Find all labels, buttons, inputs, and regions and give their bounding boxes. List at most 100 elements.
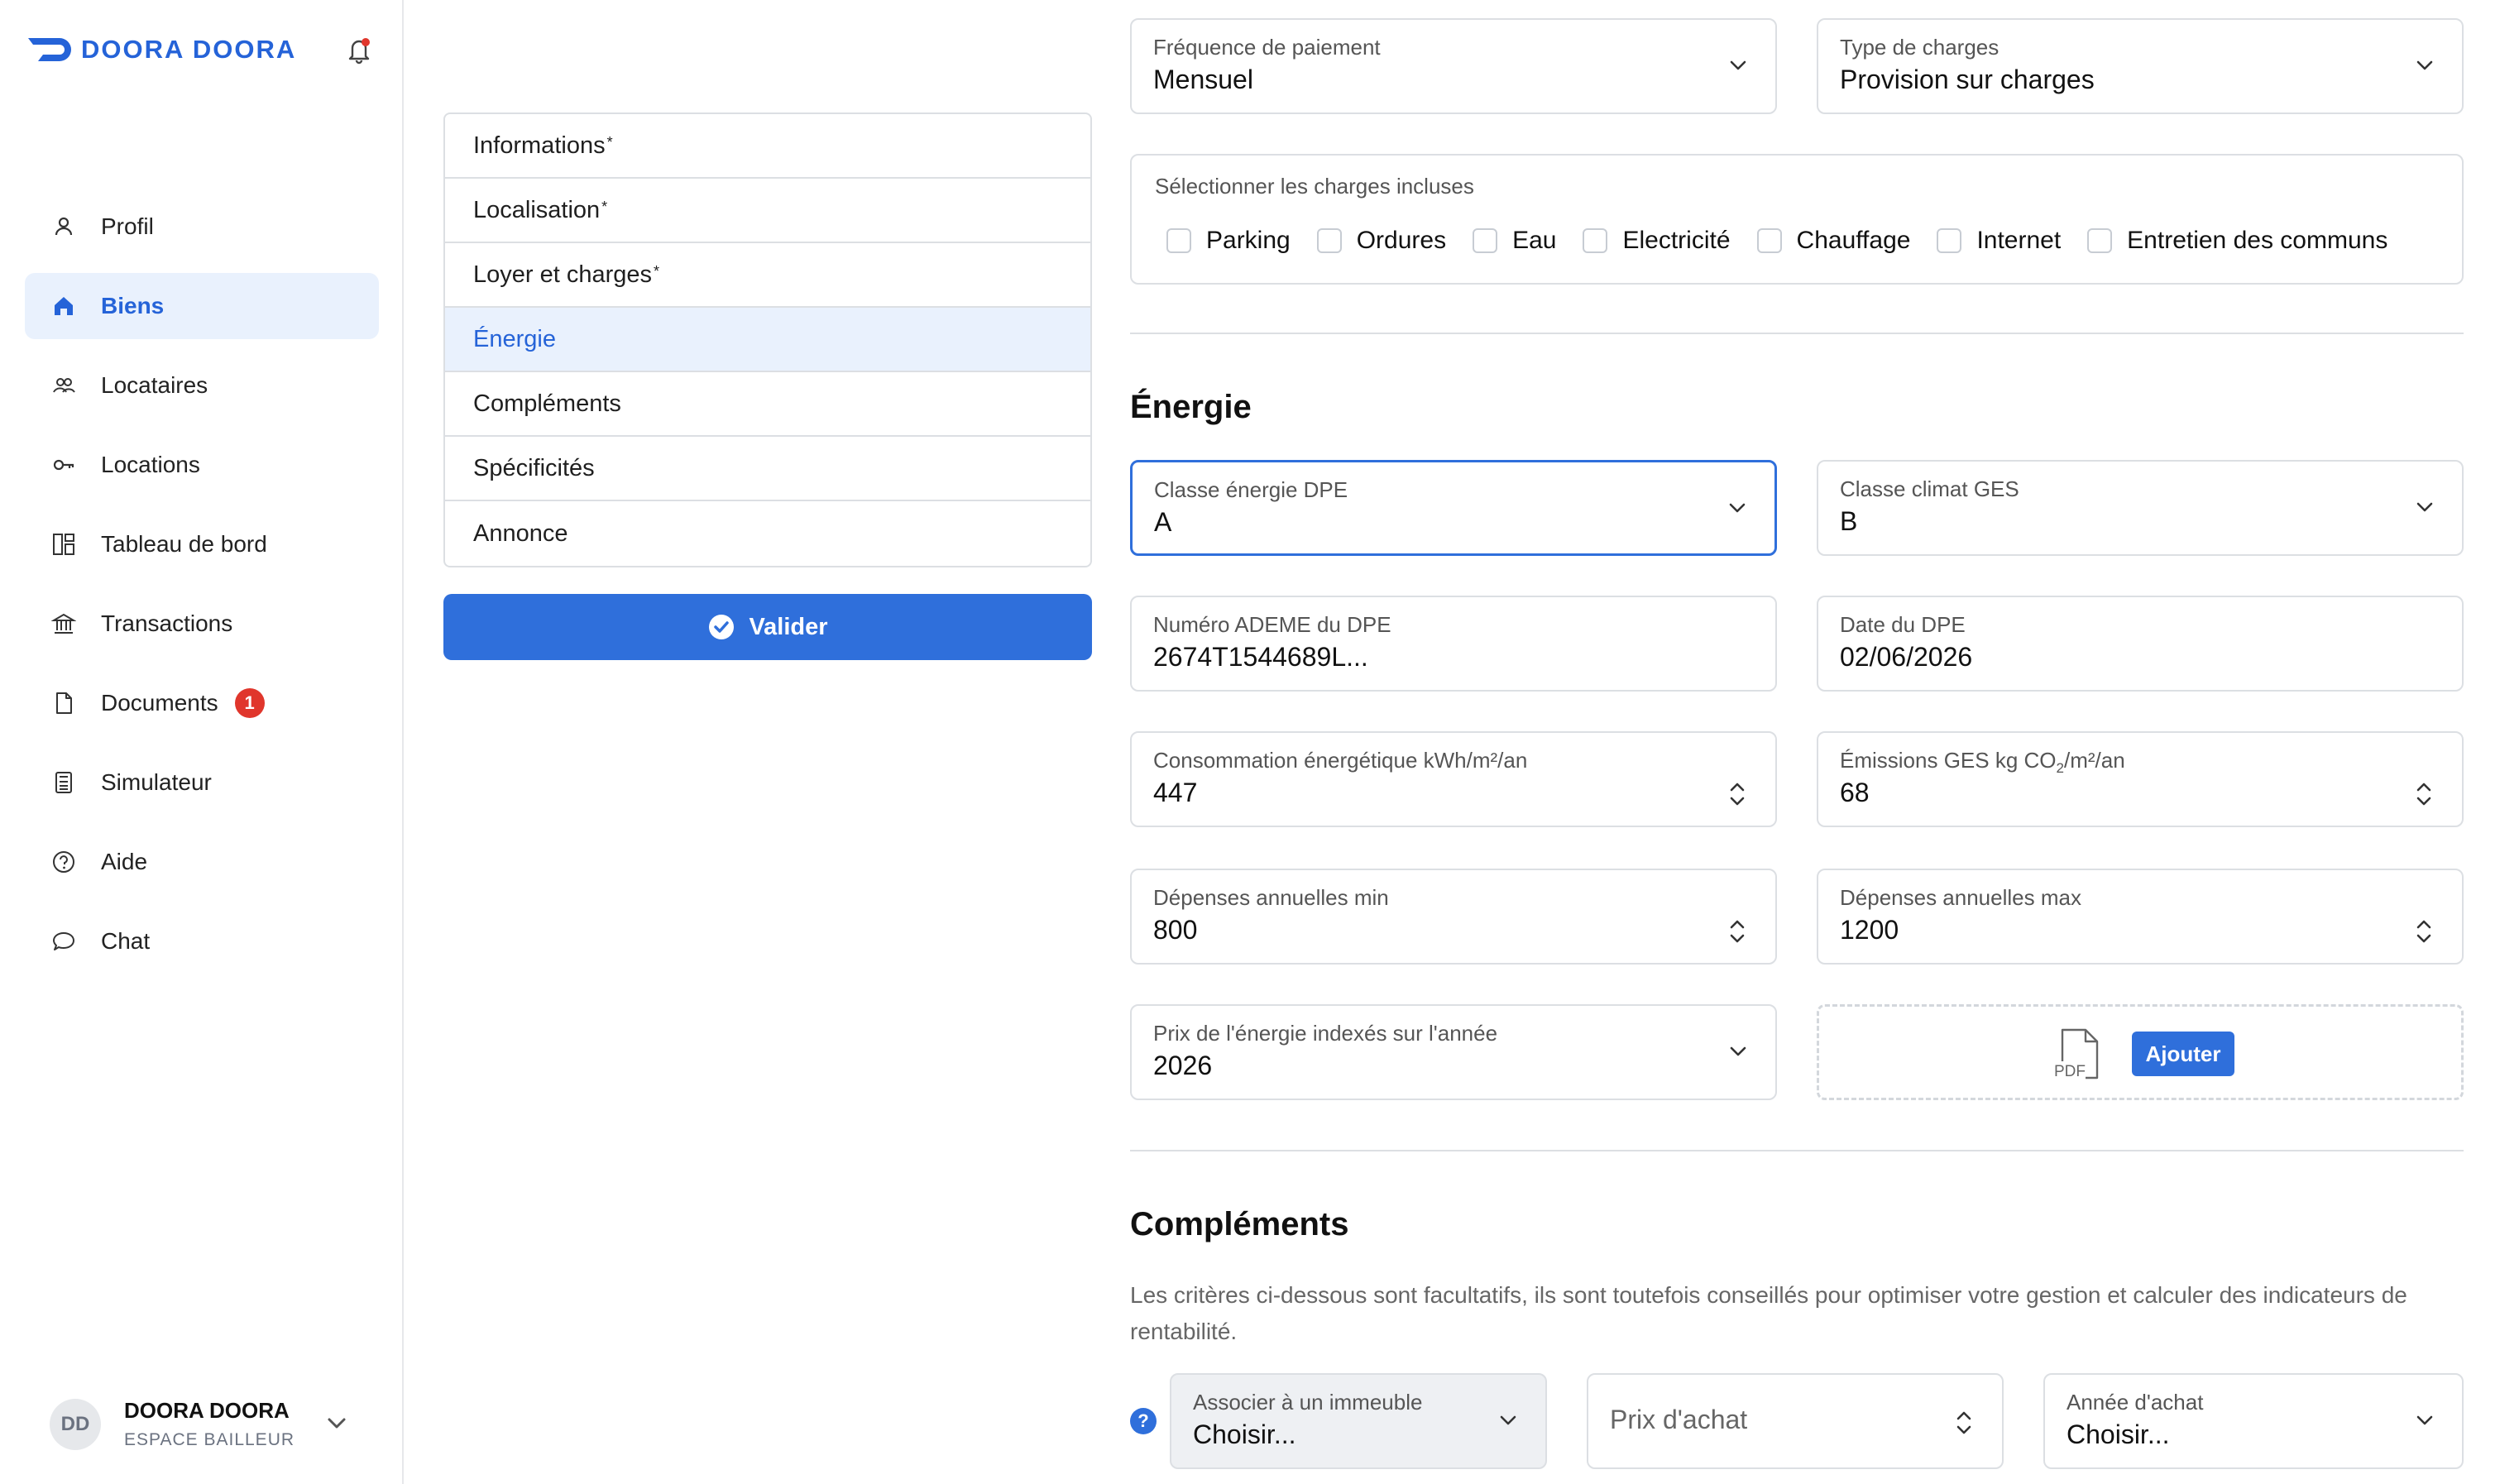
- sidebar-item-tableau-de-bord[interactable]: Tableau de bord: [25, 511, 379, 577]
- required-marker: *: [654, 262, 660, 280]
- payment-frequency-select[interactable]: Fréquence de paiement Mensuel: [1130, 18, 1777, 114]
- sidebar-item-transactions[interactable]: Transactions: [25, 591, 379, 657]
- energie-heading: Énergie: [1130, 389, 1252, 425]
- checkbox-entretien-des-communs[interactable]: Entretien des communs: [2087, 227, 2387, 255]
- checkbox-eau[interactable]: Eau: [1473, 227, 1556, 255]
- user-icon: [50, 213, 78, 241]
- chevron-down-icon: [1500, 1415, 1516, 1425]
- sidebar-item-chat[interactable]: Chat: [25, 908, 379, 974]
- field-label: Associer à un immeuble: [1193, 1390, 1423, 1415]
- building-association-select[interactable]: Associer à un immeuble Choisir...: [1170, 1373, 1547, 1469]
- ges-class-select[interactable]: Classe climat GES B: [1817, 460, 2464, 556]
- field-label: Classe énergie DPE: [1154, 477, 1348, 502]
- checkbox-box[interactable]: [1756, 228, 1782, 253]
- sidebar-item-label: Tableau de bord: [101, 531, 267, 557]
- document-icon: [50, 689, 78, 717]
- field-value: A: [1154, 507, 1172, 537]
- menu-item-label: Informations: [473, 132, 606, 159]
- sidebar-item-locations[interactable]: Locations: [25, 432, 379, 498]
- checkbox-box[interactable]: [1583, 228, 1608, 253]
- number-stepper-icon[interactable]: [2412, 778, 2435, 811]
- users-icon: [50, 371, 78, 400]
- sidebar-nav: Profil Biens Locataires Locations Tablea…: [25, 194, 379, 988]
- help-icon[interactable]: ?: [1130, 1408, 1157, 1434]
- ademe-number-input[interactable]: Numéro ADEME du DPE 2674T1544689L...: [1130, 596, 1777, 692]
- field-value: Provision sur charges: [1840, 65, 2095, 94]
- charges-type-select[interactable]: Type de charges Provision sur charges: [1817, 18, 2464, 114]
- checkbox-label: Electricité: [1622, 227, 1731, 254]
- menu-item-label: Loyer et charges: [473, 261, 653, 288]
- annual-expenses-min-input[interactable]: Dépenses annuelles min 800: [1130, 869, 1777, 965]
- sidebar-item-documents[interactable]: Documents 1: [25, 670, 379, 736]
- chevron-down-icon: [1730, 1046, 1746, 1056]
- menu-item-localisation[interactable]: Localisation *: [445, 179, 1090, 243]
- menu-item-label: Localisation: [473, 196, 601, 223]
- checkbox-ordures[interactable]: Ordures: [1316, 227, 1446, 255]
- field-placeholder: Prix d'achat: [1610, 1405, 1748, 1434]
- number-stepper-icon[interactable]: [1726, 778, 1749, 811]
- checkbox-box[interactable]: [1316, 228, 1342, 253]
- sidebar-item-aide[interactable]: Aide: [25, 829, 379, 895]
- dpe-class-select[interactable]: Classe énergie DPE A: [1130, 460, 1777, 556]
- sidebar-item-biens[interactable]: Biens: [25, 273, 379, 339]
- included-charges-group: Sélectionner les charges incluses Parkin…: [1130, 154, 2464, 285]
- brand-logo[interactable]: DOORA DOORA: [26, 33, 296, 66]
- field-value: 800: [1153, 915, 1198, 945]
- menu-item-annonce[interactable]: Annonce: [445, 501, 1090, 566]
- checkbox-box[interactable]: [1166, 228, 1191, 253]
- notification-bell-icon[interactable]: [346, 35, 372, 65]
- checkbox-internet[interactable]: Internet: [1937, 227, 2061, 255]
- annual-expenses-max-input[interactable]: Dépenses annuelles max 1200: [1817, 869, 2464, 965]
- required-marker: *: [601, 198, 608, 215]
- checkbox-electricite[interactable]: Electricité: [1583, 227, 1731, 255]
- sidebar: DOORA DOORA Profil Biens Locataires Loca…: [0, 0, 404, 1484]
- chevron-down-icon: [1729, 503, 1746, 513]
- field-label: Numéro ADEME du DPE: [1153, 612, 1391, 637]
- section-divider: [1130, 333, 2464, 334]
- sidebar-item-locataires[interactable]: Locataires: [25, 352, 379, 419]
- field-value: 447: [1153, 778, 1198, 807]
- checkbox-label: Eau: [1512, 227, 1557, 254]
- menu-item-specificites[interactable]: Spécificités: [445, 437, 1090, 501]
- sidebar-item-simulateur[interactable]: Simulateur: [25, 749, 379, 816]
- field-value: 68: [1840, 778, 1870, 807]
- menu-item-informations[interactable]: Informations *: [445, 114, 1090, 179]
- validate-button[interactable]: Valider: [443, 594, 1092, 660]
- included-charges-options: Parking Ordures Eau Electricité Chauffag…: [1166, 227, 2414, 255]
- field-value: 2026: [1153, 1051, 1213, 1080]
- menu-item-label: Énergie: [473, 325, 556, 352]
- purchase-year-select[interactable]: Année d'achat Choisir...: [2043, 1373, 2464, 1469]
- label-part: Émissions GES kg CO: [1840, 748, 2057, 773]
- add-pdf-button[interactable]: Ajouter: [2132, 1032, 2234, 1076]
- menu-item-energie[interactable]: Énergie: [445, 308, 1090, 372]
- checkbox-label: Parking: [1206, 227, 1291, 254]
- user-info: DOORA DOORA ESPACE BAILLEUR: [124, 1398, 295, 1450]
- checkbox-box[interactable]: [2087, 228, 2113, 253]
- field-label: Dépenses annuelles max: [1840, 885, 2081, 910]
- number-stepper-icon[interactable]: [1726, 915, 1749, 948]
- menu-item-complements[interactable]: Compléments: [445, 372, 1090, 437]
- dpe-date-input[interactable]: Date du DPE 02/06/2026: [1817, 596, 2464, 692]
- chevron-down-icon[interactable]: [323, 1410, 351, 1438]
- chevron-down-icon: [1730, 60, 1746, 70]
- menu-item-loyer-et-charges[interactable]: Loyer et charges *: [445, 243, 1090, 308]
- checkbox-parking[interactable]: Parking: [1166, 227, 1291, 255]
- energy-consumption-input[interactable]: Consommation énergétique kWh/m²/an 447: [1130, 731, 1777, 827]
- checkbox-box[interactable]: [1937, 228, 1962, 253]
- user-account-menu[interactable]: DD DOORA DOORA ESPACE BAILLEUR: [50, 1398, 364, 1450]
- ges-emissions-input[interactable]: Émissions GES kg CO2/m²/an 68: [1817, 731, 2464, 827]
- user-name: DOORA DOORA: [124, 1398, 290, 1423]
- avatar: DD: [50, 1398, 101, 1450]
- field-label: Dépenses annuelles min: [1153, 885, 1389, 910]
- energy-price-year-select[interactable]: Prix de l'énergie indexés sur l'année 20…: [1130, 1004, 1777, 1100]
- dpe-pdf-dropzone[interactable]: PDF Ajouter: [1817, 1004, 2464, 1100]
- sidebar-item-profil[interactable]: Profil: [25, 194, 379, 260]
- field-label: Consommation énergétique kWh/m²/an: [1153, 748, 1528, 773]
- purchase-price-input[interactable]: Prix d'achat: [1587, 1373, 2004, 1469]
- number-stepper-icon[interactable]: [1952, 1406, 1976, 1439]
- checkbox-box[interactable]: [1473, 228, 1498, 253]
- checkbox-chauffage[interactable]: Chauffage: [1756, 227, 1910, 255]
- number-stepper-icon[interactable]: [2412, 915, 2435, 948]
- field-value: 1200: [1840, 915, 1899, 945]
- included-charges-title: Sélectionner les charges incluses: [1155, 174, 1474, 199]
